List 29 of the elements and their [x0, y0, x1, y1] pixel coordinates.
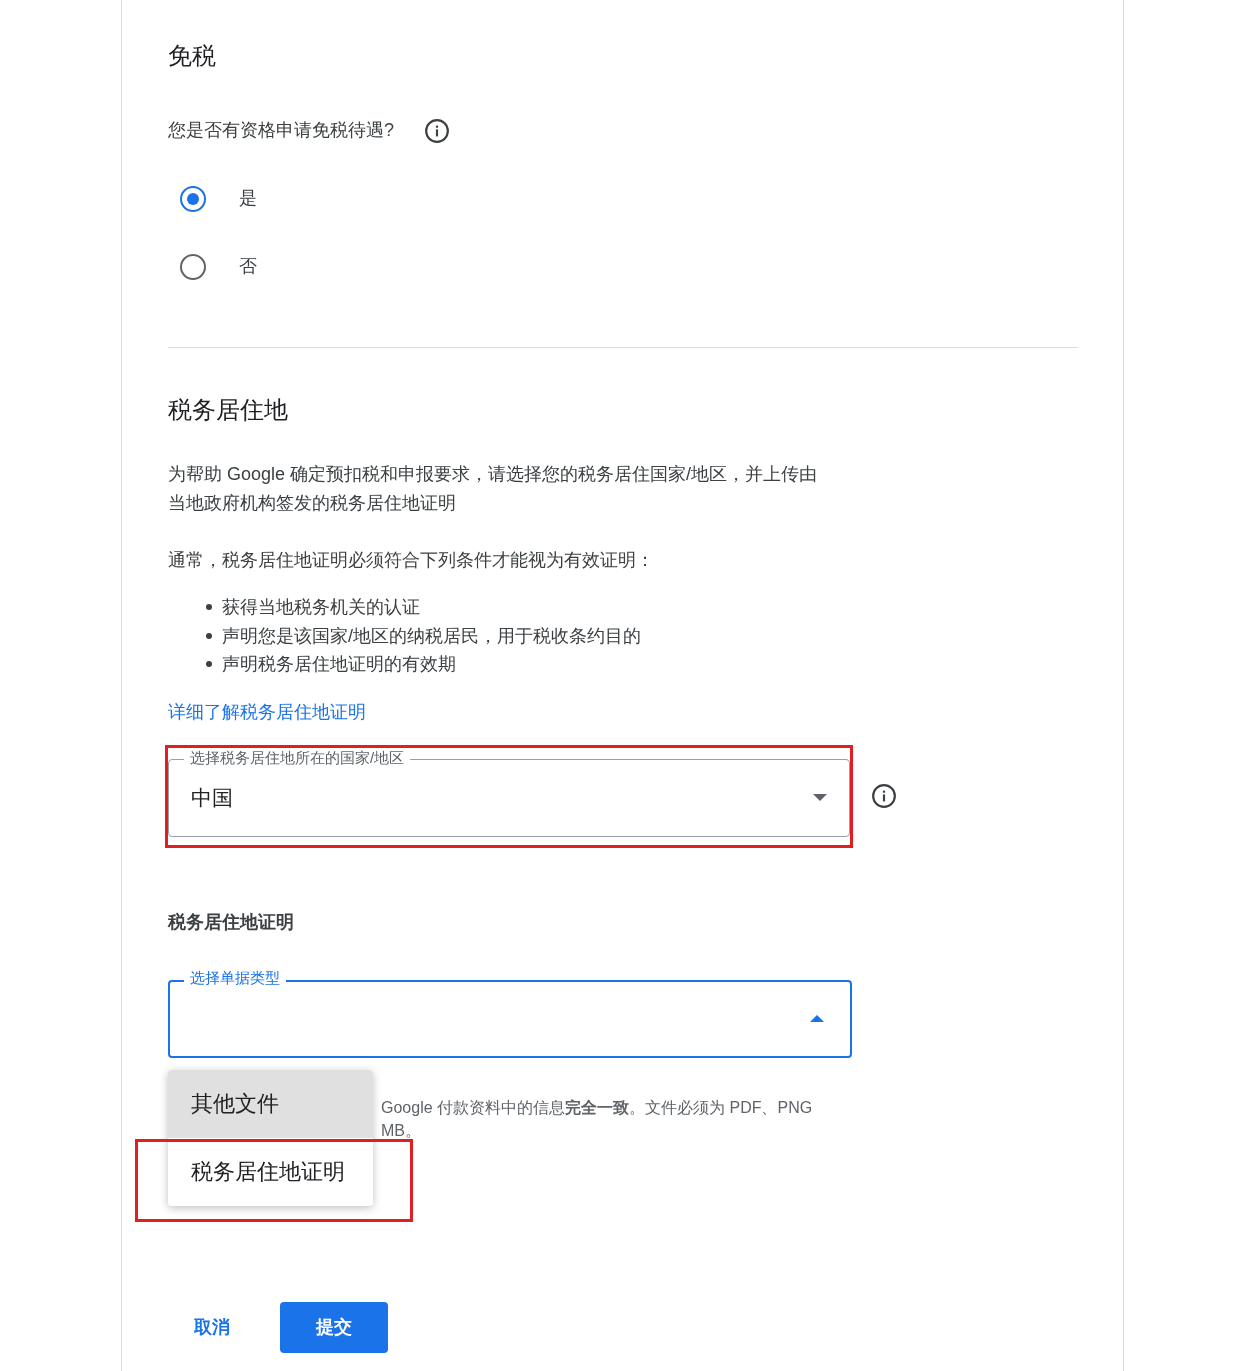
- menu-item[interactable]: 税务居住地证明: [168, 1137, 373, 1206]
- info-icon[interactable]: [424, 117, 450, 144]
- bullet-icon: [206, 604, 212, 611]
- section-title: 税务居住地: [168, 395, 289, 425]
- bullet-icon: [206, 661, 212, 668]
- condition-item: 声明税务居住地证明的有效期: [222, 653, 456, 676]
- info-icon[interactable]: [871, 783, 897, 809]
- learn-more-link[interactable]: 详细了解税务居住地证明: [168, 701, 366, 722]
- subsection-title: 税务居住地证明: [168, 910, 295, 934]
- submit-button[interactable]: 提交: [280, 1301, 388, 1353]
- hint-text: Google 付款资料中的信息完全一致。文件必须为 PDF、PNG: [381, 1097, 814, 1118]
- field-label: 选择单据类型: [184, 968, 286, 987]
- caret-icon: [813, 794, 827, 801]
- menu-item[interactable]: 其他文件: [168, 1069, 373, 1138]
- cancel-button[interactable]: 取消: [194, 1313, 230, 1341]
- question-text: 您是否有资格申请免税待遇?: [168, 119, 394, 142]
- caret-icon: [810, 1015, 824, 1022]
- condition-item: 声明您是该国家/地区的纳税居民，用于税收条约目的: [222, 624, 641, 648]
- radio-button[interactable]: [180, 185, 206, 212]
- radio-button[interactable]: [180, 253, 206, 280]
- section-title: 免税: [168, 41, 217, 71]
- radio-label: 是: [239, 187, 257, 210]
- intro-paragraph: 为帮助 Google 确定预扣税和申报要求，请选择您的税务居住国家/地区，并上传由当地政府机构签发的税务居住地证明: [168, 463, 819, 515]
- condition-item: 获得当地税务机关的认证: [222, 596, 420, 619]
- bullet-icon: [206, 632, 212, 639]
- conditions-intro: 通常，税务居住地证明必须符合下列条件才能视为有效证明：: [168, 549, 655, 572]
- radio-label: 否: [239, 255, 257, 278]
- hint-text: MB。: [381, 1120, 422, 1141]
- field-label: 选择税务居住地所在的国家/地区: [184, 748, 411, 767]
